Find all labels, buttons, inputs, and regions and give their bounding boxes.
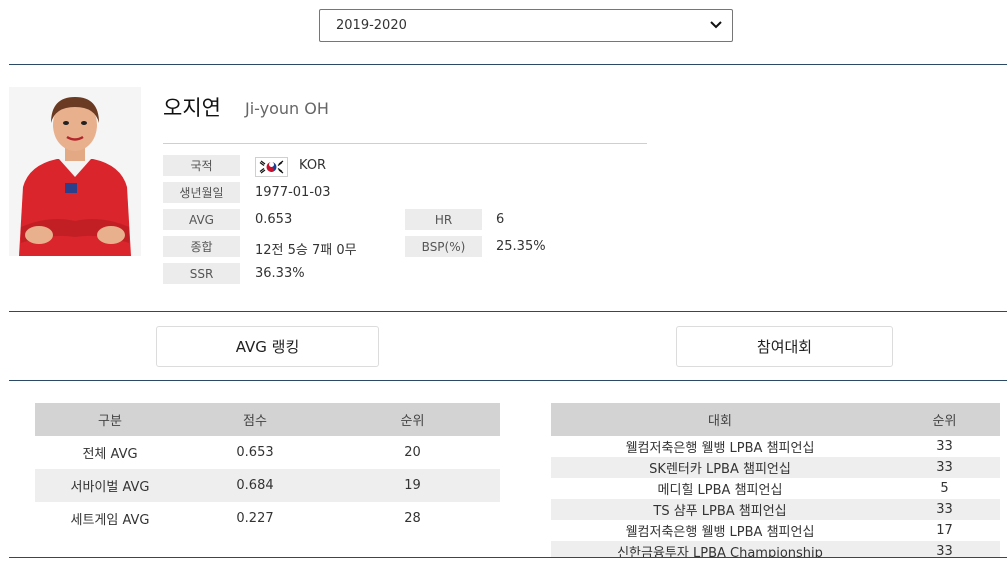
table-row: 웰컴저축은행 웰뱅 LPBA 챔피언십 17 (551, 520, 1000, 541)
hr-label: HR (405, 209, 482, 230)
cell-category: 세트게임 AVG (70, 513, 150, 528)
cell-rank: 28 (404, 511, 421, 526)
birth-label: 생년월일 (163, 182, 240, 203)
cell-tournament: 웰컴저축은행 웰뱅 LPBA 챔피언십 (625, 525, 815, 540)
korea-flag-icon (255, 157, 288, 177)
table-row: 세트게임 AVG 0.227 28 (35, 502, 500, 535)
table-row: 서바이벌 AVG 0.684 19 (35, 469, 500, 502)
table-header: 대회 순위 (551, 403, 1000, 436)
cell-category: 서바이벌 AVG (70, 480, 150, 495)
cell-rank: 19 (404, 478, 421, 493)
season-select-value: 2019-2020 (336, 18, 407, 33)
birth-value: 1977-01-03 (255, 185, 331, 200)
table-row: 전체 AVG 0.653 20 (35, 436, 500, 469)
player-name-korean: 오지연 (163, 96, 221, 120)
ssr-value: 36.33% (255, 266, 305, 281)
cell-score: 0.227 (236, 511, 274, 526)
cell-rank: 17 (936, 523, 953, 538)
cell-rank: 33 (936, 502, 953, 517)
avg-label: AVG (163, 209, 240, 230)
cell-rank: 33 (936, 439, 953, 454)
table-row: TS 샴푸 LPBA 챔피언십 33 (551, 499, 1000, 520)
table-row: SK렌터카 LPBA 챔피언십 33 (551, 457, 1000, 478)
cell-tournament: 메디힐 LPBA 챔피언십 (657, 483, 783, 498)
column-header-score: 점수 (243, 414, 267, 429)
season-select[interactable]: 2019-2020 (319, 9, 733, 42)
name-divider (163, 143, 647, 144)
bsp-label: BSP(%) (405, 236, 482, 257)
cell-score: 0.653 (236, 445, 274, 460)
divider-top (9, 64, 1007, 65)
tab-avg-ranking[interactable]: AVG 랭킹 (156, 326, 379, 367)
cell-rank: 5 (940, 481, 949, 496)
chevron-down-icon (710, 19, 722, 32)
player-photo (9, 87, 141, 256)
divider-middle (9, 311, 1007, 312)
cell-score: 0.684 (236, 478, 274, 493)
avg-ranking-table: 구분 점수 순위 전체 AVG 0.653 20 서바이벌 AVG 0.684 … (35, 403, 500, 535)
player-name-english: Ji-youn OH (245, 99, 329, 118)
table-row: 신한금융투자 LPBA Championship 33 (551, 541, 1000, 558)
column-header-rank: 순위 (932, 414, 957, 429)
cell-tournament: TS 샴푸 LPBA 챔피언십 (653, 504, 787, 519)
column-header-category: 구분 (98, 414, 122, 429)
divider-bottom (9, 557, 1007, 558)
cell-category: 전체 AVG (82, 447, 138, 462)
cell-rank: 20 (404, 445, 421, 460)
cell-tournament: 신한금융투자 LPBA Championship (617, 546, 823, 558)
cell-tournament: 웰컴저축은행 웰뱅 LPBA 챔피언십 (625, 441, 815, 456)
table-row: 메디힐 LPBA 챔피언십 5 (551, 478, 1000, 499)
cell-rank: 33 (936, 544, 953, 558)
column-header-tournament: 대회 (708, 414, 732, 429)
column-header-rank: 순위 (400, 414, 425, 429)
cell-tournament: SK렌터카 LPBA 챔피언십 (649, 462, 791, 477)
ssr-label: SSR (163, 263, 240, 284)
record-label: 종합 (163, 236, 240, 257)
table-row: 웰컴저축은행 웰뱅 LPBA 챔피언십 33 (551, 436, 1000, 457)
bsp-value: 25.35% (496, 239, 546, 254)
nationality-label: 국적 (163, 155, 240, 176)
record-value: 12전 5승 7패 0무 (255, 243, 357, 258)
table-header: 구분 점수 순위 (35, 403, 500, 436)
tournament-table[interactable]: 대회 순위 웰컴저축은행 웰뱅 LPBA 챔피언십 33 SK렌터카 LPBA … (551, 403, 1000, 558)
nationality-value: KOR (299, 158, 327, 173)
divider-tabs (9, 380, 1007, 381)
tab-tournaments[interactable]: 참여대회 (676, 326, 893, 367)
hr-value: 6 (496, 212, 505, 227)
cell-rank: 33 (936, 460, 953, 475)
avg-value: 0.653 (255, 212, 293, 227)
